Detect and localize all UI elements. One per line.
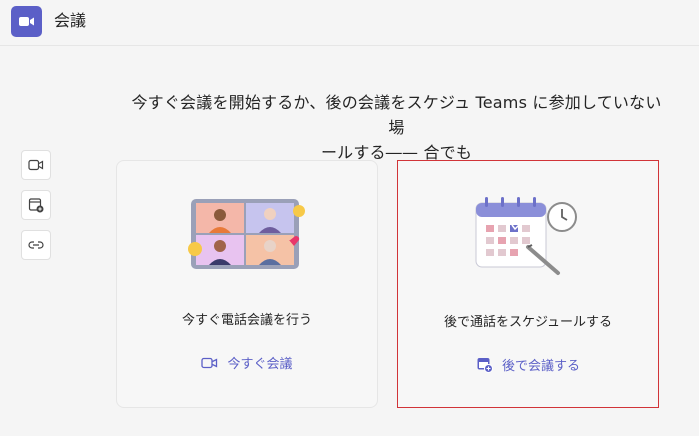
- video-camera-icon: [201, 357, 218, 368]
- headline: 今すぐ会議を開始するか、後の会議をスケジュ Teams に参加していない場 ール…: [124, 90, 669, 165]
- meet-now-tool-button[interactable]: [21, 150, 51, 180]
- meet-now-description: 今すぐ電話会議を行う: [181, 313, 312, 328]
- video-call-illustration: [188, 199, 305, 269]
- calendar-add-icon: [477, 358, 493, 373]
- link-icon: [28, 241, 44, 249]
- top-bar: 会議: [0, 0, 699, 46]
- calendar-clock-illustration: [475, 197, 577, 275]
- schedule-tool-button[interactable]: [21, 190, 51, 220]
- schedule-later-button[interactable]: 後で会議する: [398, 355, 658, 374]
- meet-now-button[interactable]: 今すぐ会議: [117, 353, 377, 372]
- video-camera-icon: [11, 6, 42, 37]
- schedule-card[interactable]: 後で通話をスケジュールする 後で会議する: [397, 160, 659, 408]
- meet-now-label: 今すぐ会議: [227, 357, 293, 372]
- page-title: 会議: [54, 11, 87, 30]
- side-toolbar: [21, 150, 51, 270]
- schedule-later-label: 後で会議する: [501, 359, 580, 374]
- schedule-description: 後で通話をスケジュールする: [443, 315, 613, 330]
- calendar-add-icon: [28, 198, 44, 213]
- meet-now-card[interactable]: 今すぐ電話会議を行う 今すぐ会議: [116, 160, 378, 408]
- video-camera-icon: [28, 159, 44, 171]
- headline-line-1: 今すぐ会議を開始するか、後の会議をスケジュ Teams に参加していない場: [131, 93, 662, 137]
- copy-link-tool-button[interactable]: [21, 230, 51, 260]
